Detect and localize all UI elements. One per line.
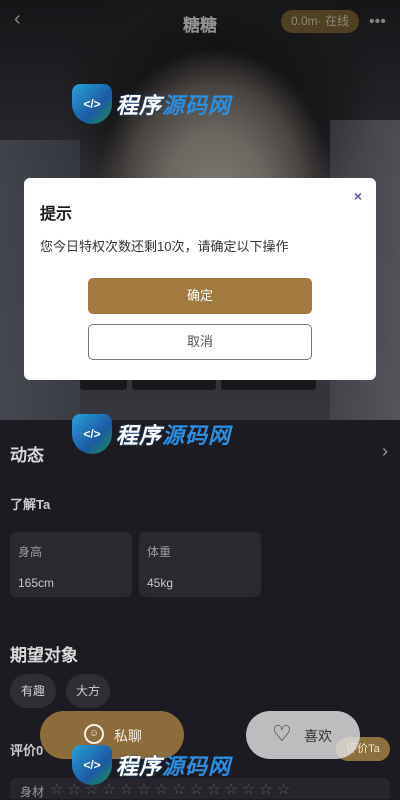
dialog-message: 您今日特权次数还剩10次，请确定以下操作 <box>40 239 289 254</box>
watermark-text: 源码网 <box>162 754 232 779</box>
height-value: 165cm <box>18 576 55 590</box>
dialog-title: 提示 <box>40 206 73 223</box>
watermark-text: 源码网 <box>162 423 232 448</box>
watermark-text: 程序 <box>116 754 163 779</box>
watermark-text: 源码网 <box>162 93 232 118</box>
evaluation-count: 评价0 <box>10 743 44 758</box>
chat-label: 私聊 <box>114 728 142 744</box>
tag-item: 大方 <box>66 674 110 708</box>
tag-item: 有趣 <box>10 674 56 708</box>
like-label: 喜欢 <box>304 728 332 744</box>
weight-label: 体重 <box>147 545 172 559</box>
about-title: 了解Ta <box>10 497 51 512</box>
confirm-button[interactable]: 确定 <box>88 278 312 314</box>
watermark-logo-icon: </> <box>72 745 112 785</box>
privilege-dialog: 提示 × 您今日特权次数还剩10次，请确定以下操作 确定 取消 <box>24 178 376 380</box>
watermark-text: 程序 <box>116 423 163 448</box>
heart-icon: ♡ <box>272 721 292 746</box>
watermark-logo-icon: </> <box>72 84 112 124</box>
watermark: </> 程序源码网 <box>72 745 231 785</box>
weight-value: 45kg <box>147 576 174 590</box>
expect-title: 期望对象 <box>10 646 78 665</box>
watermark-text: 程序 <box>116 93 163 118</box>
close-icon[interactable]: × <box>354 188 362 204</box>
moments-title: 动态 <box>10 446 44 465</box>
watermark: </> 程序源码网 <box>72 414 231 454</box>
chevron-right-icon[interactable]: › <box>382 441 388 462</box>
watermark: </> 程序源码网 <box>72 84 231 124</box>
height-label: 身高 <box>18 545 43 559</box>
weight-card: 体重 45kg <box>139 532 261 597</box>
chat-icon: ☺ <box>84 724 104 744</box>
like-button[interactable]: ♡ 喜欢 <box>246 711 360 759</box>
cancel-button[interactable]: 取消 <box>88 324 312 360</box>
watermark-logo-icon: </> <box>72 414 112 454</box>
figure-label: 身材 <box>20 785 45 799</box>
height-card: 身高 165cm <box>10 532 132 597</box>
